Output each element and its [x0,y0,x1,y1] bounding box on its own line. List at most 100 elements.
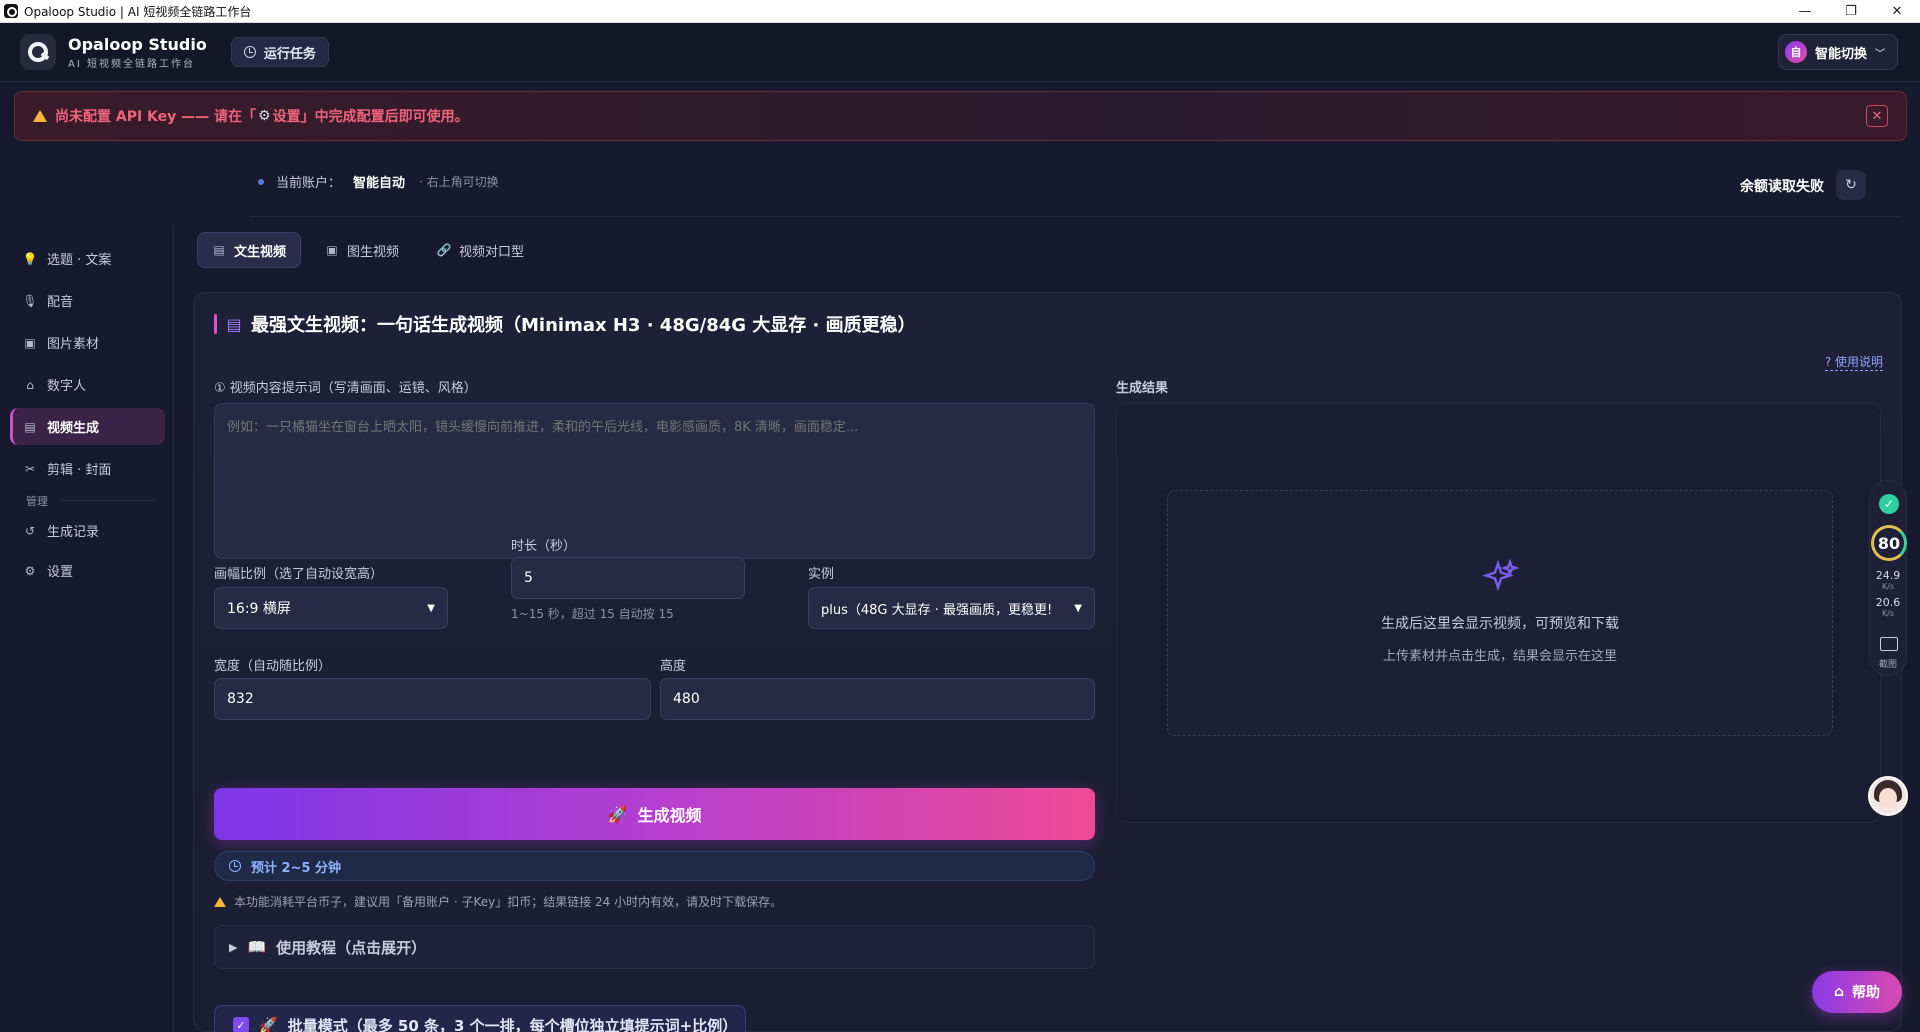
sidebar-item-video[interactable]: ▤ 视频生成 [10,408,165,445]
prompt-label: ① 视频内容提示词（写清画面、运镜、风格） [214,381,477,396]
link-icon: 🔗 [436,243,452,257]
sidebar-item-label: 设置 [47,565,74,580]
duration-input[interactable]: 5 [511,557,745,599]
check-icon: ✓ [1879,494,1899,514]
card-title: ▤ 最强文生视频：一句话生成视频（Minimax H3 · 48G/84G 大显… [214,311,916,337]
scissors-icon: ✂ [24,461,36,476]
upload-speed: 24.9 [1875,569,1901,582]
refresh-balance-button[interactable]: ↻ [1836,170,1866,200]
result-subtitle: 上传素材并点击生成，结果会显示在这里 [1382,649,1617,664]
book-icon: 📖 [247,938,267,956]
tab-lip-sync[interactable]: 🔗 视频对口型 [423,232,538,268]
aspect-ratio-value: 16:9 横屏 [227,601,291,617]
gear-icon: ⚙ [24,563,36,578]
sidebar-item-topics[interactable]: 💡 选题 · 文案 [10,240,165,277]
batch-mode-label: 批量模式（最多 50 条，3 个一排，每个槽位独立填提示词+比例） [287,1016,738,1032]
chevron-down-icon: ▼ [1074,602,1082,614]
sidebar-item-voice[interactable]: 🎙 配音 [10,282,165,319]
generate-video-button[interactable]: 🚀 生成视频 [214,788,1095,840]
warning-icon [214,896,226,907]
account-switch-label: 智能切换 [1814,46,1867,62]
sidebar-item-label: 配音 [47,295,74,310]
tab-text-to-video[interactable]: ▤ 文生视频 [197,232,302,268]
clapper-icon: ▤ [213,243,225,257]
screenshot-icon[interactable] [1880,637,1898,651]
height-label: 高度 [660,659,687,674]
account-switch-dropdown[interactable]: 自 智能切换 ﹀ [1777,34,1898,70]
batch-mode-toggle[interactable]: ✓ 🚀 批量模式（最多 50 条，3 个一排，每个槽位独立填提示词+比例） [214,1005,746,1032]
generate-button-label: 生成视频 [637,806,702,825]
app-header: Opaloop Studio AI 短视频全链路工作台 运行任务 自 智能切换 … [0,23,1920,82]
system-monitor-widget: ✓ 80 24.9 K/s 20.6 K/s 截图 [1869,480,1907,676]
download-speed: 20.6 [1875,596,1901,609]
width-input[interactable]: 832 [214,678,651,720]
sidebar-item-digital-human[interactable]: ⌂ 数字人 [10,366,165,403]
app-icon [4,4,18,18]
accent-bar [214,314,217,334]
sidebar-item-images[interactable]: ▣ 图片素材 [10,324,165,361]
tutorial-label: 使用教程（点击展开） [276,938,427,957]
divider [60,500,156,501]
run-tasks-label: 运行任务 [263,46,316,62]
estimate-text: 预计 2~5 分钟 [251,860,342,876]
sidebar-item-label: 图片素材 [47,337,100,352]
minimize-button[interactable]: — [1782,0,1828,23]
assistant-avatar[interactable] [1868,776,1908,816]
banner-text-before: 尚未配置 API Key —— 请在「 [55,109,257,125]
sidebar-item-label: 数字人 [47,379,87,394]
instance-select[interactable]: plus（48G 大显存 · 最强画质，更稳更! ▼ [808,587,1095,629]
usage-help-link[interactable]: ? 使用说明 [1824,353,1883,371]
brand-name: Opaloop Studio [68,34,207,54]
nav-section-label: 管理 [26,495,48,508]
chevron-down-icon: ﹀ [1875,48,1885,60]
sparkle-icon [1483,559,1519,592]
clock-icon [243,46,256,58]
api-key-warning-banner: 尚未配置 API Key —— 请在「 ⚙ 设置 」中完成配置后即可使用。 ✕ [14,91,1907,141]
duration-hint: 1~15 秒，超过 15 自动按 15 [511,607,674,621]
sidebar-item-label: 剪辑 · 封面 [47,463,112,478]
result-placeholder: 生成后这里会显示视频，可预览和下载 上传素材并点击生成，结果会显示在这里 [1167,490,1833,736]
image-icon: ▣ [24,335,36,350]
run-tasks-button[interactable]: 运行任务 [230,37,329,67]
gear-icon: ⚙ [258,108,271,124]
screenshot-label: 截图 [1878,660,1897,670]
download-unit: K/s [1881,609,1895,618]
clock-icon [229,860,241,872]
width-label: 宽度（自动随比例） [214,659,332,674]
text-to-video-card: ▤ 最强文生视频：一句话生成视频（Minimax H3 · 48G/84G 大显… [193,292,1902,1032]
sidebar-item-settings[interactable]: ⚙ 设置 [10,552,165,589]
help-button[interactable]: ⌂ 帮助 [1812,971,1902,1013]
account-hint: · 右上角可切换 [419,175,499,189]
tab-image-to-video[interactable]: ▣ 图生视频 [311,232,413,268]
tab-label: 视频对口型 [459,244,525,260]
account-avatar: 自 [1784,41,1807,63]
logo-icon [20,34,56,70]
instance-value: plus（48G 大显存 · 最强画质，更稳更! [821,602,1053,618]
sidebar-item-history[interactable]: ↺ 生成记录 [10,512,165,549]
tab-label: 文生视频 [234,244,287,260]
window-controls: — ❐ ✕ [1782,0,1920,23]
rocket-icon: 🚀 [259,1016,278,1032]
usage-notice: 本功能消耗平台币子，建议用「备用账户 · 子Key」扣币；结果链接 24 小时内… [214,893,782,910]
batch-mode-checkbox[interactable]: ✓ [233,1017,249,1032]
maximize-button[interactable]: ❐ [1828,0,1874,23]
instance-label: 实例 [808,567,835,582]
history-icon: ↺ [24,523,36,538]
sidebar-item-label: 视频生成 [47,421,100,436]
banner-close-button[interactable]: ✕ [1866,105,1888,127]
lightbulb-icon: 💡 [22,251,38,266]
caret-right-icon: ▶ [229,940,238,954]
aspect-ratio-select[interactable]: 16:9 横屏 ▼ [214,587,448,629]
sidebar: 💡 选题 · 文案 🎙 配音 ▣ 图片素材 ⌂ 数字人 ▤ 视频生成 ✂ 剪辑 … [0,225,174,1032]
prompt-textarea[interactable] [214,403,1095,559]
tutorial-expander[interactable]: ▶ 📖 使用教程（点击展开） [214,925,1095,969]
result-label: 生成结果 [1116,381,1169,396]
refresh-icon: ↻ [1845,177,1857,193]
close-window-button[interactable]: ✕ [1874,0,1920,23]
aspect-label: 画幅比例（选了自动设宽高） [214,567,384,582]
sidebar-item-edit[interactable]: ✂ 剪辑 · 封面 [10,450,165,487]
performance-score[interactable]: 80 [1871,525,1907,561]
height-input[interactable]: 480 [660,678,1095,720]
help-label: 帮助 [1852,985,1881,1001]
page-title: 最强文生视频：一句话生成视频（Minimax H3 · 48G/84G 大显存 … [251,315,916,336]
